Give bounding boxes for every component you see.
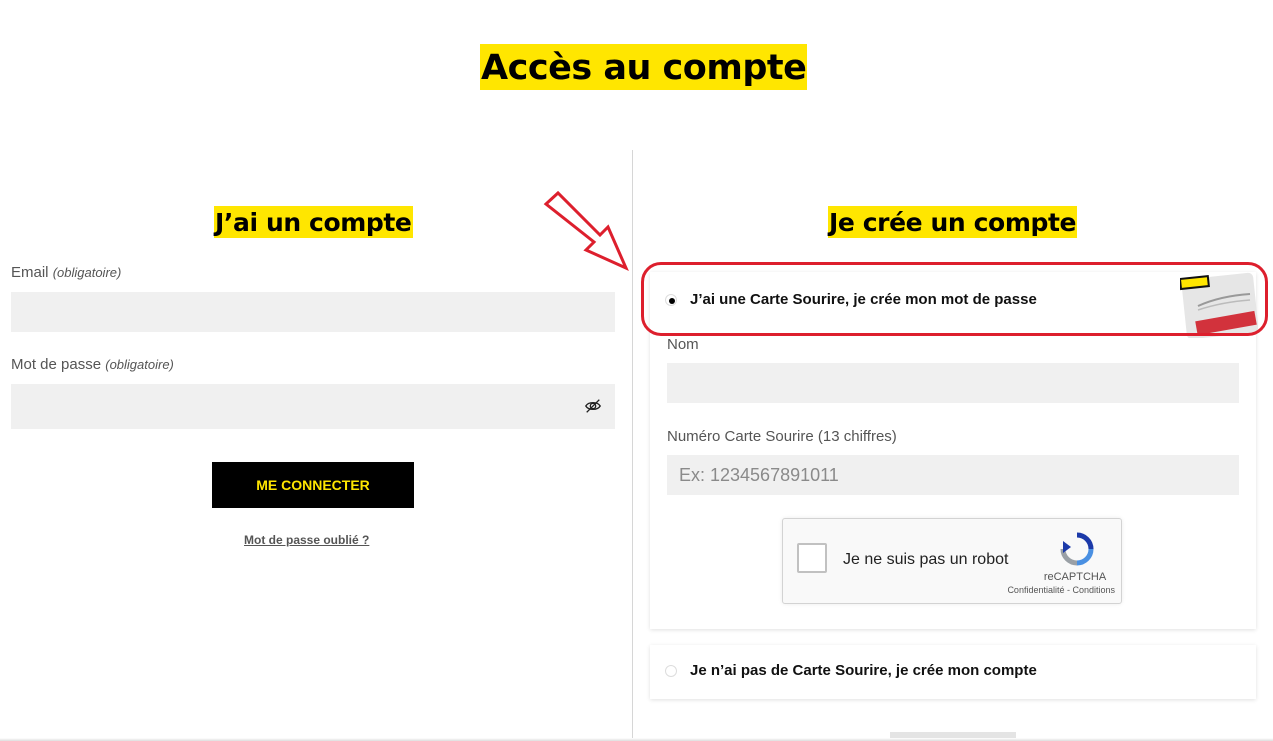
radio-carte-sourire-label[interactable]: J’ai une Carte Sourire, je crée mon mot … — [690, 291, 1037, 308]
forgot-password-link[interactable]: Mot de passe oublié ? — [244, 533, 369, 547]
nom-label: Nom — [667, 336, 699, 353]
radio-no-carte-sourire-label[interactable]: Je n’ai pas de Carte Sourire, je crée mo… — [690, 662, 1037, 679]
password-label-text: Mot de passe — [11, 356, 102, 373]
card-number-field[interactable] — [667, 455, 1239, 495]
recaptcha-logo-icon — [1060, 532, 1094, 566]
recaptcha-links[interactable]: Confidentialité - Conditions — [995, 585, 1115, 595]
password-field[interactable] — [11, 384, 615, 429]
card-number-label: Numéro Carte Sourire (13 chiffres) — [667, 428, 897, 445]
recaptcha-widget: Je ne suis pas un robot reCAPTCHA Confid… — [782, 518, 1122, 604]
email-label: Email (obligatoire) — [11, 264, 121, 281]
page-title: Accès au compte — [480, 44, 808, 90]
password-required-hint: (obligatoire) — [105, 357, 174, 372]
password-label: Mot de passe (obligatoire) — [11, 356, 174, 373]
login-title: J’ai un compte — [214, 206, 413, 238]
email-label-text: Email — [11, 264, 49, 281]
radio-carte-sourire[interactable] — [665, 294, 677, 306]
recaptcha-brand: reCAPTCHA — [1043, 571, 1107, 583]
signup-title: Je crée un compte — [828, 206, 1078, 238]
nom-field[interactable] — [667, 363, 1239, 403]
eye-slash-icon[interactable] — [584, 397, 602, 415]
carte-sourire-card-image — [1180, 272, 1258, 338]
annotation-arrow-icon — [543, 190, 629, 271]
email-required-hint: (obligatoire) — [52, 265, 122, 280]
email-field[interactable] — [11, 292, 615, 332]
radio-no-carte-sourire[interactable] — [665, 665, 677, 677]
recaptcha-label: Je ne suis pas un robot — [843, 551, 1009, 568]
login-button[interactable]: ME CONNECTER — [212, 462, 414, 508]
recaptcha-checkbox[interactable] — [797, 543, 827, 573]
